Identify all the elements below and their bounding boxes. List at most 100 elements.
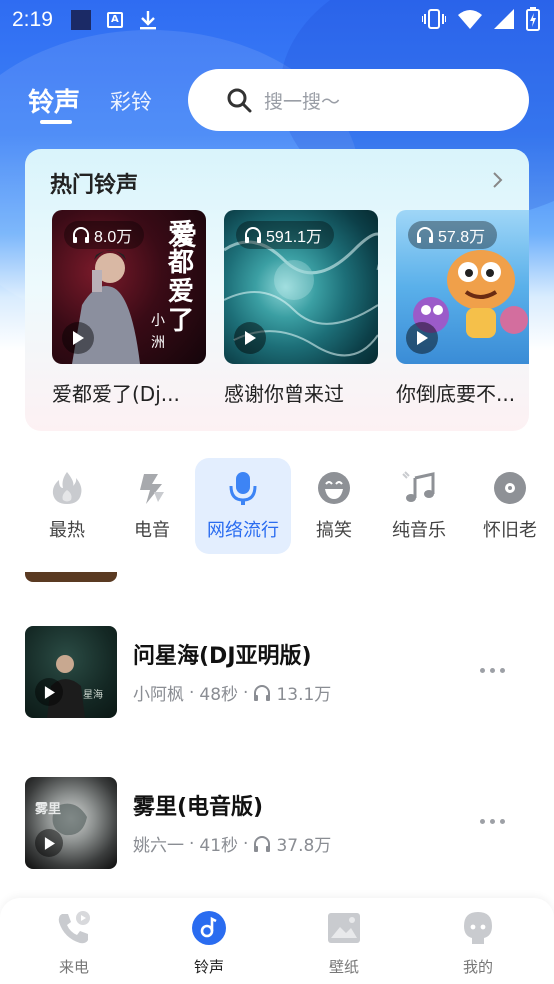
svg-text:雾里: 雾里 [34, 802, 61, 817]
hot-ringtones-title: 热门铃声 [50, 173, 139, 198]
search-icon [227, 88, 252, 113]
play-icon [245, 331, 256, 345]
separator: · [243, 833, 249, 854]
category-label: 搞笑 [316, 520, 352, 541]
category-label: 最热 [49, 520, 85, 541]
hot-ringtones-card: 热门铃声 爱 爱都爱了 小洲 8.0万 爱都爱了(Dj... 591.1万 感谢… [25, 149, 529, 431]
tab-crbt[interactable]: 彩铃 [110, 86, 152, 116]
headphones-icon [73, 227, 89, 243]
song-cover: 雾里 [25, 777, 117, 869]
category-funny[interactable]: 搞笑 [286, 458, 382, 554]
cover-artist-text: 小洲 [151, 313, 165, 351]
vibrate-icon [422, 9, 446, 29]
play-count: 8.0万 [94, 229, 133, 246]
category-label: 网络流行 [207, 520, 279, 541]
play-count: 591.1万 [266, 229, 323, 246]
play-count: 57.8万 [438, 229, 486, 246]
nav-item-profile[interactable]: 我的 [438, 910, 518, 977]
category-hot[interactable]: 最热 [19, 458, 115, 554]
play-icon [44, 836, 55, 850]
font-notification-icon: A [106, 12, 123, 28]
song-duration: 48秒 [199, 685, 239, 705]
play-button[interactable] [62, 322, 94, 354]
song-meta: 姚六一 · 41秒 · 37.8万 [133, 831, 332, 857]
hot-ringtone-item[interactable]: 爱 爱都爱了 小洲 8.0万 爱都爱了(Dj... [52, 210, 206, 407]
status-bar: 2:19 A [0, 0, 554, 40]
battery-charging-icon [526, 7, 540, 31]
song-row[interactable]: 星海 问星海(DJ亚明版) 小阿枫 · 48秒 · 13.1万 [0, 626, 554, 736]
ringtone-icon [192, 911, 226, 945]
nav-item-ringtone[interactable]: 铃声 [169, 910, 249, 977]
category-label: 怀旧老 [483, 520, 537, 541]
nav-item-wallpaper[interactable]: 壁纸 [304, 910, 384, 977]
phone-icon [58, 911, 90, 944]
play-count-badge: 57.8万 [408, 221, 498, 249]
app-notification-icon [70, 10, 91, 30]
play-count-badge: 591.1万 [236, 221, 335, 249]
song-artist: 姚六一 [133, 836, 184, 856]
headphones-icon [417, 227, 433, 243]
microphone-icon [229, 472, 257, 505]
wallpaper-icon [328, 913, 360, 943]
play-button[interactable] [406, 322, 438, 354]
song-meta: 小阿枫 · 48秒 · 13.1万 [133, 680, 332, 706]
profile-icon [464, 912, 492, 944]
flame-icon [52, 472, 82, 504]
nav-label: 我的 [462, 958, 493, 976]
hot-ringtone-name: 你倒底要不... [396, 382, 516, 406]
hot-ringtone-cover: 爱 爱都爱了 小洲 8.0万 [52, 210, 206, 364]
category-nostalgic[interactable]: 怀旧老 [462, 458, 554, 554]
separator: · [189, 833, 195, 854]
song-cover: 星海 [25, 626, 117, 718]
music-note-icon [402, 471, 435, 502]
category-pure-music[interactable]: 纯音乐 [371, 458, 467, 554]
separator: · [243, 682, 249, 703]
chevron-right-icon[interactable] [491, 169, 505, 191]
play-icon [44, 685, 55, 699]
more-options-icon[interactable] [480, 668, 505, 673]
cover-calligraphy-title: 爱都爱了 [167, 219, 194, 336]
song-duration: 41秒 [199, 836, 239, 856]
song-artist: 小阿枫 [133, 685, 184, 705]
song-plays: 37.8万 [276, 836, 332, 856]
song-title: 问星海(DJ亚明版) [133, 644, 312, 669]
song-plays: 13.1万 [276, 685, 332, 705]
nav-label: 壁纸 [328, 958, 359, 976]
hot-ringtone-name: 感谢你曾来过 [224, 382, 344, 406]
previous-song-cover [25, 572, 117, 582]
separator: · [189, 682, 195, 703]
hot-ringtone-cover: 591.1万 [224, 210, 378, 364]
nav-item-calls[interactable]: 来电 [34, 910, 114, 977]
song-row[interactable]: 雾里 雾里(电音版) 姚六一 · 41秒 · 37.8万 [0, 777, 554, 887]
nav-label: 来电 [58, 958, 89, 976]
hot-ringtone-item[interactable]: 591.1万 感谢你曾来过 [224, 210, 378, 407]
play-button[interactable] [234, 322, 266, 354]
lightning-icon [140, 474, 164, 504]
wifi-icon [458, 10, 482, 29]
signal-icon [494, 9, 514, 29]
vinyl-disc-icon [494, 472, 526, 504]
laugh-face-icon [318, 472, 350, 504]
play-button[interactable] [35, 829, 63, 857]
bottom-navigation: 来电 铃声 壁纸 我的 [0, 898, 554, 984]
tab-ringtone[interactable]: 铃声 [28, 82, 80, 119]
search-input[interactable]: 搜一搜～ [188, 69, 529, 131]
song-title: 雾里(电音版) [133, 795, 264, 820]
tab-active-indicator [40, 120, 72, 124]
headphones-icon [254, 684, 271, 701]
category-label: 纯音乐 [392, 520, 446, 541]
status-time: 2:19 [12, 8, 53, 31]
hot-ringtone-cover: 57.8万 [396, 210, 529, 364]
hot-ringtone-item[interactable]: 57.8万 你倒底要不... [396, 210, 529, 407]
nav-label: 铃声 [193, 958, 224, 976]
category-electronic[interactable]: 电音 [104, 458, 200, 554]
svg-text:星海: 星海 [83, 688, 103, 701]
hot-ringtone-name: 爱都爱了(Dj... [52, 382, 180, 406]
category-internet-pop[interactable]: 网络流行 [195, 458, 291, 554]
search-placeholder: 搜一搜～ [264, 90, 341, 113]
play-icon [417, 331, 428, 345]
headphones-icon [245, 227, 261, 243]
play-button[interactable] [35, 678, 63, 706]
headphones-icon [254, 835, 271, 852]
more-options-icon[interactable] [480, 819, 505, 824]
